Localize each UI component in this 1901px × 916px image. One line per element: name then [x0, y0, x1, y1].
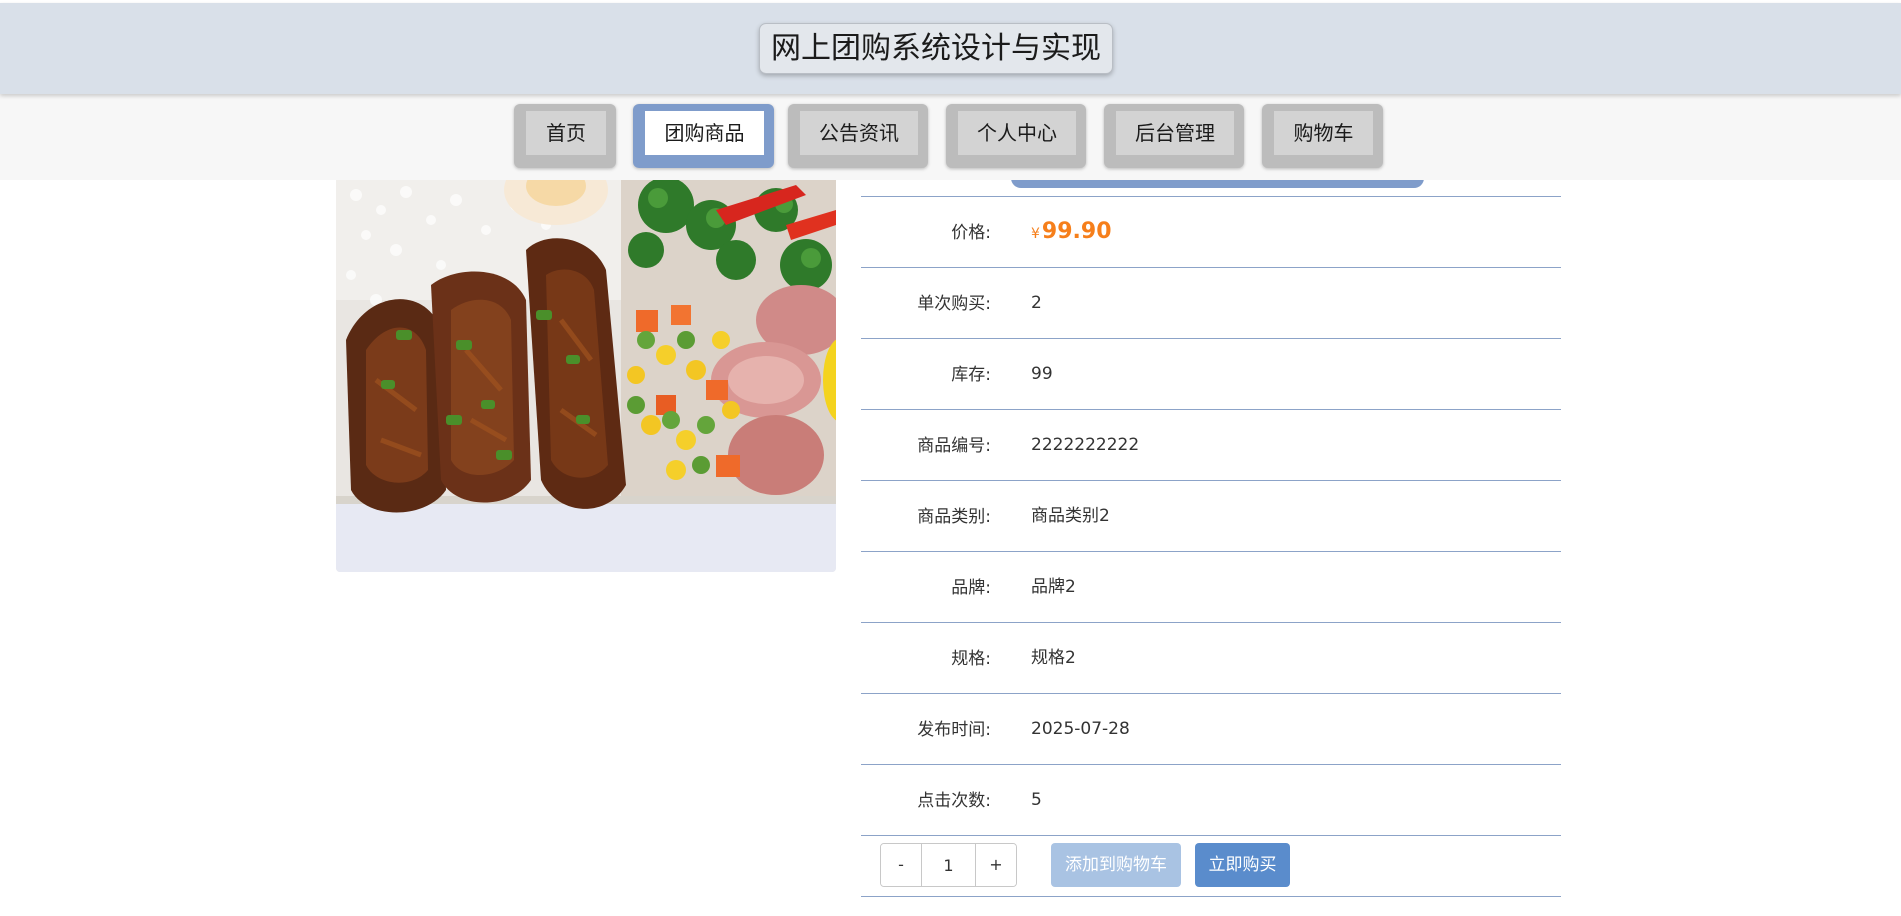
nav-item-group-products[interactable]: 团购商品 [633, 104, 774, 168]
product-info-table: 价格: ¥99.90 单次购买: 2 库存: 99 商品编号: 22222222… [861, 196, 1561, 897]
nav-item-label: 团购商品 [645, 111, 764, 155]
category-label: 商品类别: [917, 507, 991, 527]
nav-item-label: 购物车 [1274, 111, 1373, 155]
nav-item-label: 首页 [526, 111, 606, 155]
spec-value: 规格2 [1031, 648, 1076, 668]
stock-value: 99 [1031, 364, 1053, 384]
nav-item-label: 公告资讯 [800, 111, 918, 155]
currency-symbol: ¥ [1031, 226, 1040, 242]
price-row: 价格: ¥99.90 [861, 196, 1561, 267]
nav-item-admin[interactable]: 后台管理 [1104, 104, 1244, 168]
spec-label: 规格: [951, 649, 991, 669]
site-title: 网上团购系统设计与实现 [759, 23, 1113, 74]
table-row: 品牌: 品牌2 [861, 551, 1561, 622]
table-row: 规格: 规格2 [861, 622, 1561, 693]
product-image [336, 180, 836, 572]
purchase-actions: - + 添加到购物车 立即购买 [861, 835, 1561, 897]
publish-time-value: 2025-07-28 [1031, 719, 1130, 739]
table-row: 单次购买: 2 [861, 267, 1561, 338]
table-row: 库存: 99 [861, 338, 1561, 409]
table-row: 商品类别: 商品类别2 [861, 480, 1561, 551]
brand-value: 品牌2 [1031, 577, 1076, 597]
price-label: 价格: [951, 223, 991, 243]
price-value: ¥99.90 [1031, 197, 1112, 267]
table-row: 点击次数: 5 [861, 764, 1561, 835]
category-value: 商品类别2 [1031, 506, 1110, 526]
single-purchase-value: 2 [1031, 293, 1042, 313]
price-amount: 99.90 [1041, 219, 1112, 244]
table-row: 商品编号: 2222222222 [861, 409, 1561, 480]
nav-item-personal-center[interactable]: 个人中心 [946, 104, 1086, 168]
single-purchase-label: 单次购买: [917, 294, 991, 314]
nav-item-home[interactable]: 首页 [514, 104, 616, 168]
buy-now-button[interactable]: 立即购买 [1195, 843, 1290, 887]
product-photo [336, 180, 836, 572]
nav-item-label: 个人中心 [958, 111, 1076, 155]
site-header: 网上团购系统设计与实现 [0, 3, 1901, 94]
stock-label: 库存: [951, 365, 991, 385]
product-code-value: 2222222222 [1031, 435, 1140, 455]
click-count-value: 5 [1031, 790, 1042, 810]
increase-quantity-button[interactable]: + [976, 844, 1016, 886]
nav-item-announcements[interactable]: 公告资讯 [788, 104, 928, 168]
nav-item-cart[interactable]: 购物车 [1262, 104, 1383, 168]
main-nav: 首页 团购商品 公告资讯 个人中心 后台管理 购物车 [0, 94, 1901, 180]
nav-item-label: 后台管理 [1116, 111, 1234, 155]
product-code-label: 商品编号: [917, 436, 991, 456]
publish-time-label: 发布时间: [917, 720, 991, 740]
add-to-cart-button[interactable]: 添加到购物车 [1051, 843, 1181, 887]
brand-label: 品牌: [951, 578, 991, 598]
table-row: 发布时间: 2025-07-28 [861, 693, 1561, 764]
decrease-quantity-button[interactable]: - [881, 844, 921, 886]
click-count-label: 点击次数: [917, 791, 991, 811]
quantity-stepper: - + [880, 843, 1017, 887]
quantity-input[interactable] [921, 844, 976, 886]
